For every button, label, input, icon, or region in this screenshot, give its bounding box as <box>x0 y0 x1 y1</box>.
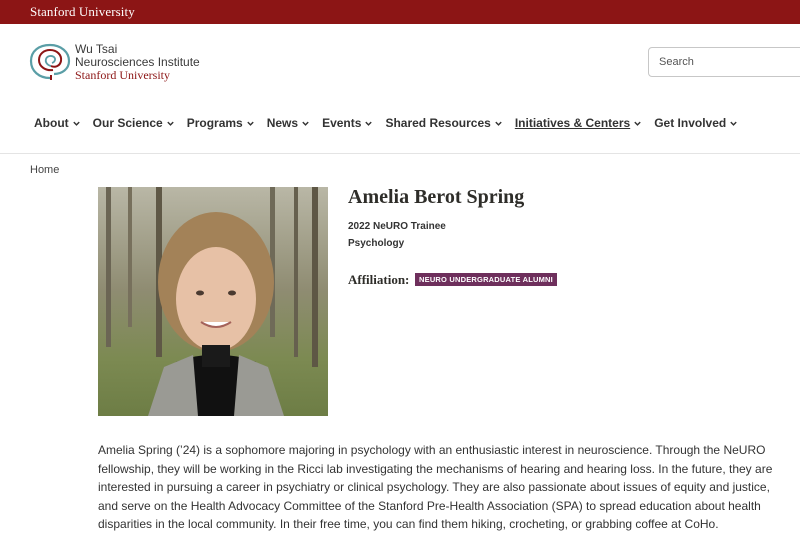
profile-subtitle: 2022 NeURO Trainee <box>348 221 446 232</box>
chevron-down-icon <box>730 121 737 126</box>
nav-label: About <box>34 116 69 130</box>
chevron-down-icon <box>634 121 641 126</box>
nav-get-involved[interactable]: Get Involved <box>654 116 738 130</box>
profile-name: Amelia Berot Spring <box>348 186 525 208</box>
stanford-topbar: Stanford University <box>0 0 800 24</box>
chevron-down-icon <box>365 121 373 126</box>
profile-photo <box>98 187 328 416</box>
main-nav: About Our Science Programs News Events S… <box>34 116 750 130</box>
nav-news[interactable]: News <box>267 116 310 130</box>
wu-tsai-logo[interactable]: Wu Tsai Neurosciences Institute Stanford… <box>29 42 229 84</box>
chevron-down-icon <box>72 121 80 126</box>
header-divider <box>0 153 800 154</box>
chevron-down-icon <box>302 121 309 126</box>
affiliation-label: Affiliation: <box>348 272 410 287</box>
nav-programs[interactable]: Programs <box>187 116 255 130</box>
nav-label: Shared Resources <box>385 116 491 130</box>
nav-label: Events <box>322 116 362 130</box>
logo-line-stanford: Stanford University <box>75 68 170 82</box>
profile-department: Psychology <box>348 238 405 249</box>
nav-label: Programs <box>186 116 243 130</box>
breadcrumb-home[interactable]: Home <box>30 164 59 176</box>
nav-label: Get Involved <box>654 116 727 130</box>
search-input[interactable] <box>648 47 800 77</box>
nav-label: Our Science <box>92 116 163 130</box>
stanford-university-link[interactable]: Stanford University <box>30 4 135 20</box>
affiliation-badge[interactable]: NEURO UNDERGRADUATE ALUMNI <box>415 273 557 286</box>
nav-label: Initiatives & Centers <box>514 116 631 130</box>
portrait-image <box>98 187 328 416</box>
nav-our-science[interactable]: Our Science <box>93 116 175 130</box>
nav-events[interactable]: Events <box>322 116 373 130</box>
nav-initiatives-centers[interactable]: Initiatives & Centers <box>515 116 642 130</box>
chevron-down-icon <box>166 121 174 126</box>
brain-spiral-icon <box>29 43 71 80</box>
chevron-down-icon <box>247 121 254 126</box>
nav-shared-resources[interactable]: Shared Resources <box>385 116 502 130</box>
nav-about[interactable]: About <box>34 116 81 130</box>
nav-label: News <box>266 116 299 130</box>
chevron-down-icon <box>495 121 502 126</box>
profile-bio: Amelia Spring (’24) is a sophomore major… <box>98 443 773 531</box>
